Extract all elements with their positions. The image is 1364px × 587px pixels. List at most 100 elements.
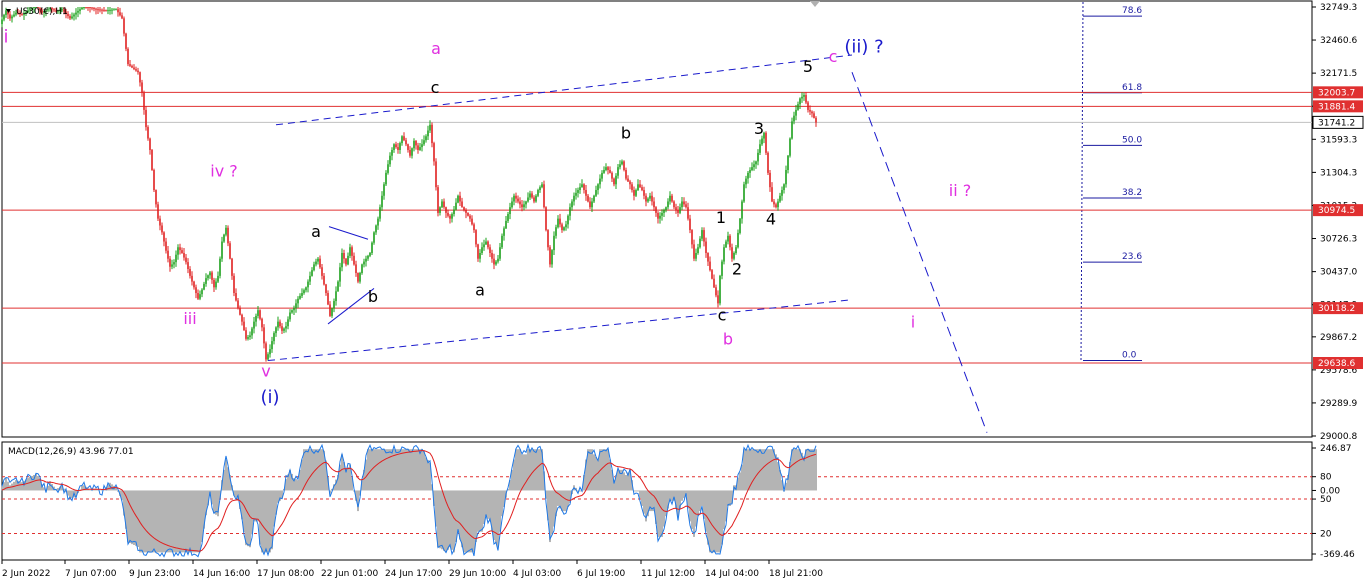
candle-body — [787, 155, 789, 171]
candle-body — [777, 201, 779, 208]
macd-bar — [357, 490, 359, 512]
macd-bar — [19, 481, 21, 491]
candle-body — [623, 161, 625, 171]
candle-body — [447, 212, 449, 216]
candle-body — [239, 307, 241, 315]
candle-body — [657, 212, 659, 219]
candle-body — [181, 250, 183, 253]
candle-body — [669, 195, 671, 202]
macd-bar — [257, 490, 259, 522]
candle-body — [471, 218, 473, 225]
macd-bar — [367, 449, 369, 491]
macd-bar — [525, 454, 527, 491]
candle-body — [551, 250, 553, 265]
candle-body — [285, 326, 287, 329]
candle-body — [109, 9, 111, 11]
candle-body — [803, 95, 805, 97]
candle-body — [129, 64, 131, 66]
candle-body — [387, 164, 389, 173]
candle-body — [213, 279, 215, 288]
candle-body — [573, 195, 575, 202]
candle-body — [295, 303, 297, 308]
macd-bar — [471, 490, 473, 553]
candle-body — [667, 201, 669, 208]
candle-body — [801, 96, 803, 99]
candle-body — [717, 295, 719, 304]
macd-bar — [373, 449, 375, 491]
candle-body — [289, 312, 291, 320]
candle-body — [645, 195, 647, 202]
macd-bar — [771, 449, 773, 491]
candle-body — [725, 241, 727, 248]
chart-canvas: 32749.332460.632171.531882.431593.331304… — [1, 0, 1364, 579]
candle-body — [107, 10, 109, 12]
macd-bar — [151, 490, 153, 553]
candle-body — [795, 109, 797, 116]
macd-bar — [711, 490, 713, 553]
macd-bar — [461, 490, 463, 548]
candle-body — [339, 267, 341, 282]
candle-body — [151, 149, 153, 171]
macd-panel: 246.87800.005020-369.46 — [1, 441, 1355, 561]
candle-body — [103, 9, 105, 11]
candle-body — [589, 201, 591, 208]
macd-bar — [447, 490, 449, 550]
candle-body — [503, 228, 505, 236]
candle-body — [93, 8, 95, 10]
candle-body — [633, 190, 635, 196]
candle-body — [275, 327, 277, 334]
wave-label: b — [368, 287, 378, 306]
candle-body — [221, 241, 223, 259]
candle-body — [733, 252, 735, 259]
candle-body — [299, 295, 301, 299]
wave-label: b — [621, 124, 631, 143]
candle-body — [625, 170, 627, 179]
candle-body — [141, 82, 143, 93]
candle-body — [577, 190, 579, 193]
candle-body — [283, 328, 285, 331]
candle-body — [117, 9, 119, 13]
macd-bar — [159, 490, 161, 553]
macd-bar — [183, 490, 185, 553]
candle-body — [673, 201, 675, 208]
candle-body — [195, 287, 197, 294]
candle-body — [617, 167, 619, 176]
macd-bar — [603, 449, 605, 491]
candle-body — [693, 244, 695, 259]
candle-body — [497, 258, 499, 262]
macd-bar — [459, 490, 461, 540]
macd-bar — [481, 490, 483, 532]
candle-body — [97, 9, 99, 11]
price-level-label: 31881.4 — [1318, 102, 1355, 112]
candle-body — [679, 207, 681, 213]
candle-body — [355, 264, 357, 274]
price-tick-label: 29289.9 — [1320, 399, 1357, 409]
candle-body — [345, 258, 347, 265]
candle-body — [513, 195, 515, 202]
candle-body — [567, 215, 569, 225]
candle-body — [161, 225, 163, 233]
candle-body — [391, 149, 393, 156]
candle-body — [539, 187, 541, 191]
candle-body — [549, 247, 551, 265]
candle-body — [457, 195, 459, 203]
macd-bar — [265, 490, 267, 553]
candle-body — [621, 161, 623, 165]
candle-body — [145, 109, 147, 128]
candle-body — [123, 18, 125, 34]
macd-bar — [815, 449, 817, 491]
candle-body — [215, 281, 217, 288]
candle-body — [147, 127, 149, 139]
candle-body — [167, 250, 169, 259]
candle-body — [163, 232, 165, 242]
candle-body — [489, 247, 491, 253]
macd-bar — [563, 490, 565, 512]
wave-label: i — [3, 26, 8, 47]
candle-body — [651, 195, 653, 202]
candle-body — [153, 170, 155, 191]
candle-body — [237, 300, 239, 308]
candle-body — [229, 243, 231, 259]
candle-body — [263, 327, 265, 344]
candle-body — [483, 244, 485, 248]
candle-body — [77, 10, 79, 13]
